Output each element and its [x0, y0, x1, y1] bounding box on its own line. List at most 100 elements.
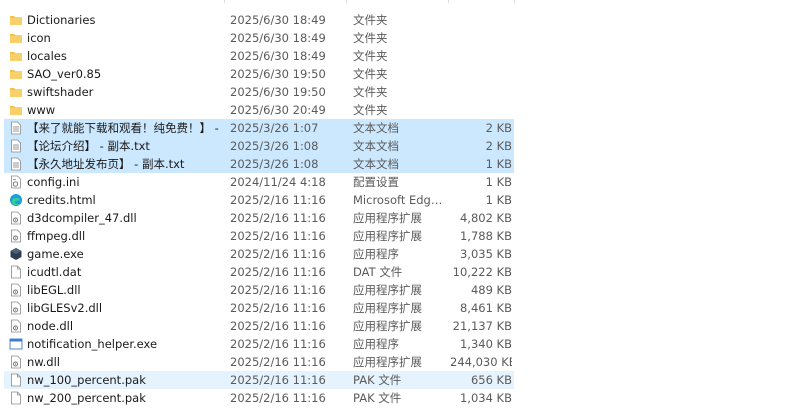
dll-file-icon — [9, 301, 23, 315]
file-row[interactable]: nw_100_percent.pak 2025/2/16 11:16 PAK 文… — [0, 371, 800, 389]
blank-file-icon — [9, 373, 23, 387]
file-type: 应用程序扩展 — [353, 229, 422, 243]
file-modified-date: 2024/11/24 4:18 — [230, 175, 326, 189]
file-modified-date: 2025/6/30 18:49 — [230, 13, 326, 27]
file-type: 应用程序扩展 — [353, 319, 422, 333]
file-size: 1 KB — [485, 193, 512, 207]
file-name: node.dll — [27, 319, 74, 333]
file-row[interactable]: game.exe 2025/2/16 11:16 应用程序 3,035 KB — [0, 245, 800, 263]
file-row[interactable]: icon 2025/6/30 18:49 文件夹 — [0, 29, 800, 47]
file-name: libEGL.dll — [27, 283, 81, 297]
file-name: nw.dll — [27, 355, 60, 369]
text-file-icon — [9, 139, 23, 153]
file-modified-date: 2025/3/26 1:08 — [230, 139, 319, 153]
column-divider-date[interactable] — [224, 0, 225, 3]
file-name: locales — [27, 49, 67, 63]
file-row[interactable]: ffmpeg.dll 2025/2/16 11:16 应用程序扩展 1,788 … — [0, 227, 800, 245]
file-type: 文本文档 — [353, 121, 399, 135]
file-row[interactable]: notification_helper.exe 2025/2/16 11:16 … — [0, 335, 800, 353]
file-type: 文件夹 — [353, 67, 388, 81]
file-row[interactable]: nw.dll 2025/2/16 11:16 应用程序扩展 244,030 KB — [0, 353, 800, 371]
file-modified-date: 2025/2/16 11:16 — [230, 391, 326, 405]
file-type: 配置设置 — [353, 175, 399, 189]
file-row[interactable]: node.dll 2025/2/16 11:16 应用程序扩展 21,137 K… — [0, 317, 800, 335]
file-row[interactable]: locales 2025/6/30 18:49 文件夹 — [0, 47, 800, 65]
column-divider-size[interactable] — [448, 0, 449, 3]
file-row[interactable]: swiftshader 2025/6/30 19:50 文件夹 — [0, 83, 800, 101]
file-name: 【论坛介绍】 - 副本.txt — [27, 139, 150, 153]
dll-file-icon — [9, 319, 23, 333]
file-modified-date: 2025/2/16 11:16 — [230, 193, 326, 207]
folder-icon — [9, 31, 23, 45]
column-divider-end[interactable] — [514, 0, 515, 3]
file-row[interactable]: 【来了就能下载和观看！纯免费！】 - 副本.txt 2025/3/26 1:07… — [0, 119, 800, 137]
file-row[interactable]: 【论坛介绍】 - 副本.txt 2025/3/26 1:08 文本文档 2 KB — [0, 137, 800, 155]
file-modified-date: 2025/6/30 19:50 — [230, 85, 326, 99]
file-modified-date: 2025/2/16 11:16 — [230, 211, 326, 225]
file-modified-date: 2025/2/16 11:16 — [230, 265, 326, 279]
file-size: 244,030 KB — [450, 355, 512, 369]
column-divider-type[interactable] — [346, 0, 347, 3]
file-size: 2 KB — [485, 139, 512, 153]
file-type: 应用程序扩展 — [353, 301, 422, 315]
file-modified-date: 2025/6/30 19:50 — [230, 67, 326, 81]
dll-file-icon — [9, 229, 23, 243]
text-file-icon — [9, 121, 23, 135]
edge-icon — [9, 193, 23, 207]
exe-window-icon — [9, 337, 23, 351]
file-row[interactable]: 【永久地址发布页】 - 副本.txt 2025/3/26 1:08 文本文档 1… — [0, 155, 800, 173]
blank-file-icon — [9, 391, 23, 405]
file-name: SAO_ver0.85 — [27, 67, 102, 81]
file-type: Microsoft Edge ... — [353, 193, 445, 207]
file-row[interactable]: libEGL.dll 2025/2/16 11:16 应用程序扩展 489 KB — [0, 281, 800, 299]
column-header-strip — [0, 0, 800, 3]
file-size: 1,034 KB — [459, 391, 512, 405]
file-row[interactable]: Dictionaries 2025/6/30 18:49 文件夹 — [0, 11, 800, 29]
file-modified-date: 2025/2/16 11:16 — [230, 229, 326, 243]
dll-file-icon — [9, 355, 23, 369]
file-size: 1,788 KB — [459, 229, 512, 243]
file-size: 10,222 KB — [452, 265, 512, 279]
file-modified-date: 2025/3/26 1:07 — [230, 121, 319, 135]
file-name: config.ini — [27, 175, 80, 189]
file-name: 【永久地址发布页】 - 副本.txt — [27, 157, 185, 171]
folder-icon — [9, 67, 23, 81]
file-modified-date: 2025/2/16 11:16 — [230, 247, 326, 261]
file-name: d3dcompiler_47.dll — [27, 211, 137, 225]
file-size: 8,461 KB — [459, 301, 512, 315]
file-type: 文件夹 — [353, 31, 388, 45]
file-modified-date: 2025/2/16 11:16 — [230, 337, 326, 351]
file-name: libGLESv2.dll — [27, 301, 103, 315]
file-size: 656 KB — [470, 373, 512, 387]
file-row[interactable]: credits.html 2025/2/16 11:16 Microsoft E… — [0, 191, 800, 209]
dll-file-icon — [9, 283, 23, 297]
file-size: 1,340 KB — [459, 337, 512, 351]
file-row[interactable]: www 2025/6/30 20:49 文件夹 — [0, 101, 800, 119]
file-modified-date: 2025/3/26 1:08 — [230, 157, 319, 171]
file-modified-date: 2025/6/30 18:49 — [230, 49, 326, 63]
config-file-icon — [9, 175, 23, 189]
file-type: 应用程序 — [353, 247, 399, 261]
file-list: Dictionaries 2025/6/30 18:49 文件夹 icon 20… — [0, 11, 800, 407]
dll-file-icon — [9, 211, 23, 225]
file-name: 【来了就能下载和观看！纯免费！】 - 副本.txt — [27, 121, 222, 135]
file-row[interactable]: nw_200_percent.pak 2025/2/16 11:16 PAK 文… — [0, 389, 800, 407]
blank-file-icon — [9, 265, 23, 279]
file-row[interactable]: libGLESv2.dll 2025/2/16 11:16 应用程序扩展 8,4… — [0, 299, 800, 317]
file-row[interactable]: SAO_ver0.85 2025/6/30 19:50 文件夹 — [0, 65, 800, 83]
file-name: game.exe — [27, 247, 84, 261]
file-size: 3,035 KB — [459, 247, 512, 261]
file-type: 文件夹 — [353, 85, 388, 99]
file-modified-date: 2025/2/16 11:16 — [230, 301, 326, 315]
file-row[interactable]: config.ini 2024/11/24 4:18 配置设置 1 KB — [0, 173, 800, 191]
folder-icon — [9, 49, 23, 63]
file-size: 21,137 KB — [452, 319, 512, 333]
file-size: 2 KB — [485, 121, 512, 135]
file-size: 4,802 KB — [459, 211, 512, 225]
file-row[interactable]: d3dcompiler_47.dll 2025/2/16 11:16 应用程序扩… — [0, 209, 800, 227]
file-row[interactable]: icudtl.dat 2025/2/16 11:16 DAT 文件 10,222… — [0, 263, 800, 281]
file-type: 文件夹 — [353, 13, 388, 27]
file-size: 489 KB — [470, 283, 512, 297]
file-name: icudtl.dat — [27, 265, 82, 279]
file-type: 应用程序扩展 — [353, 283, 422, 297]
